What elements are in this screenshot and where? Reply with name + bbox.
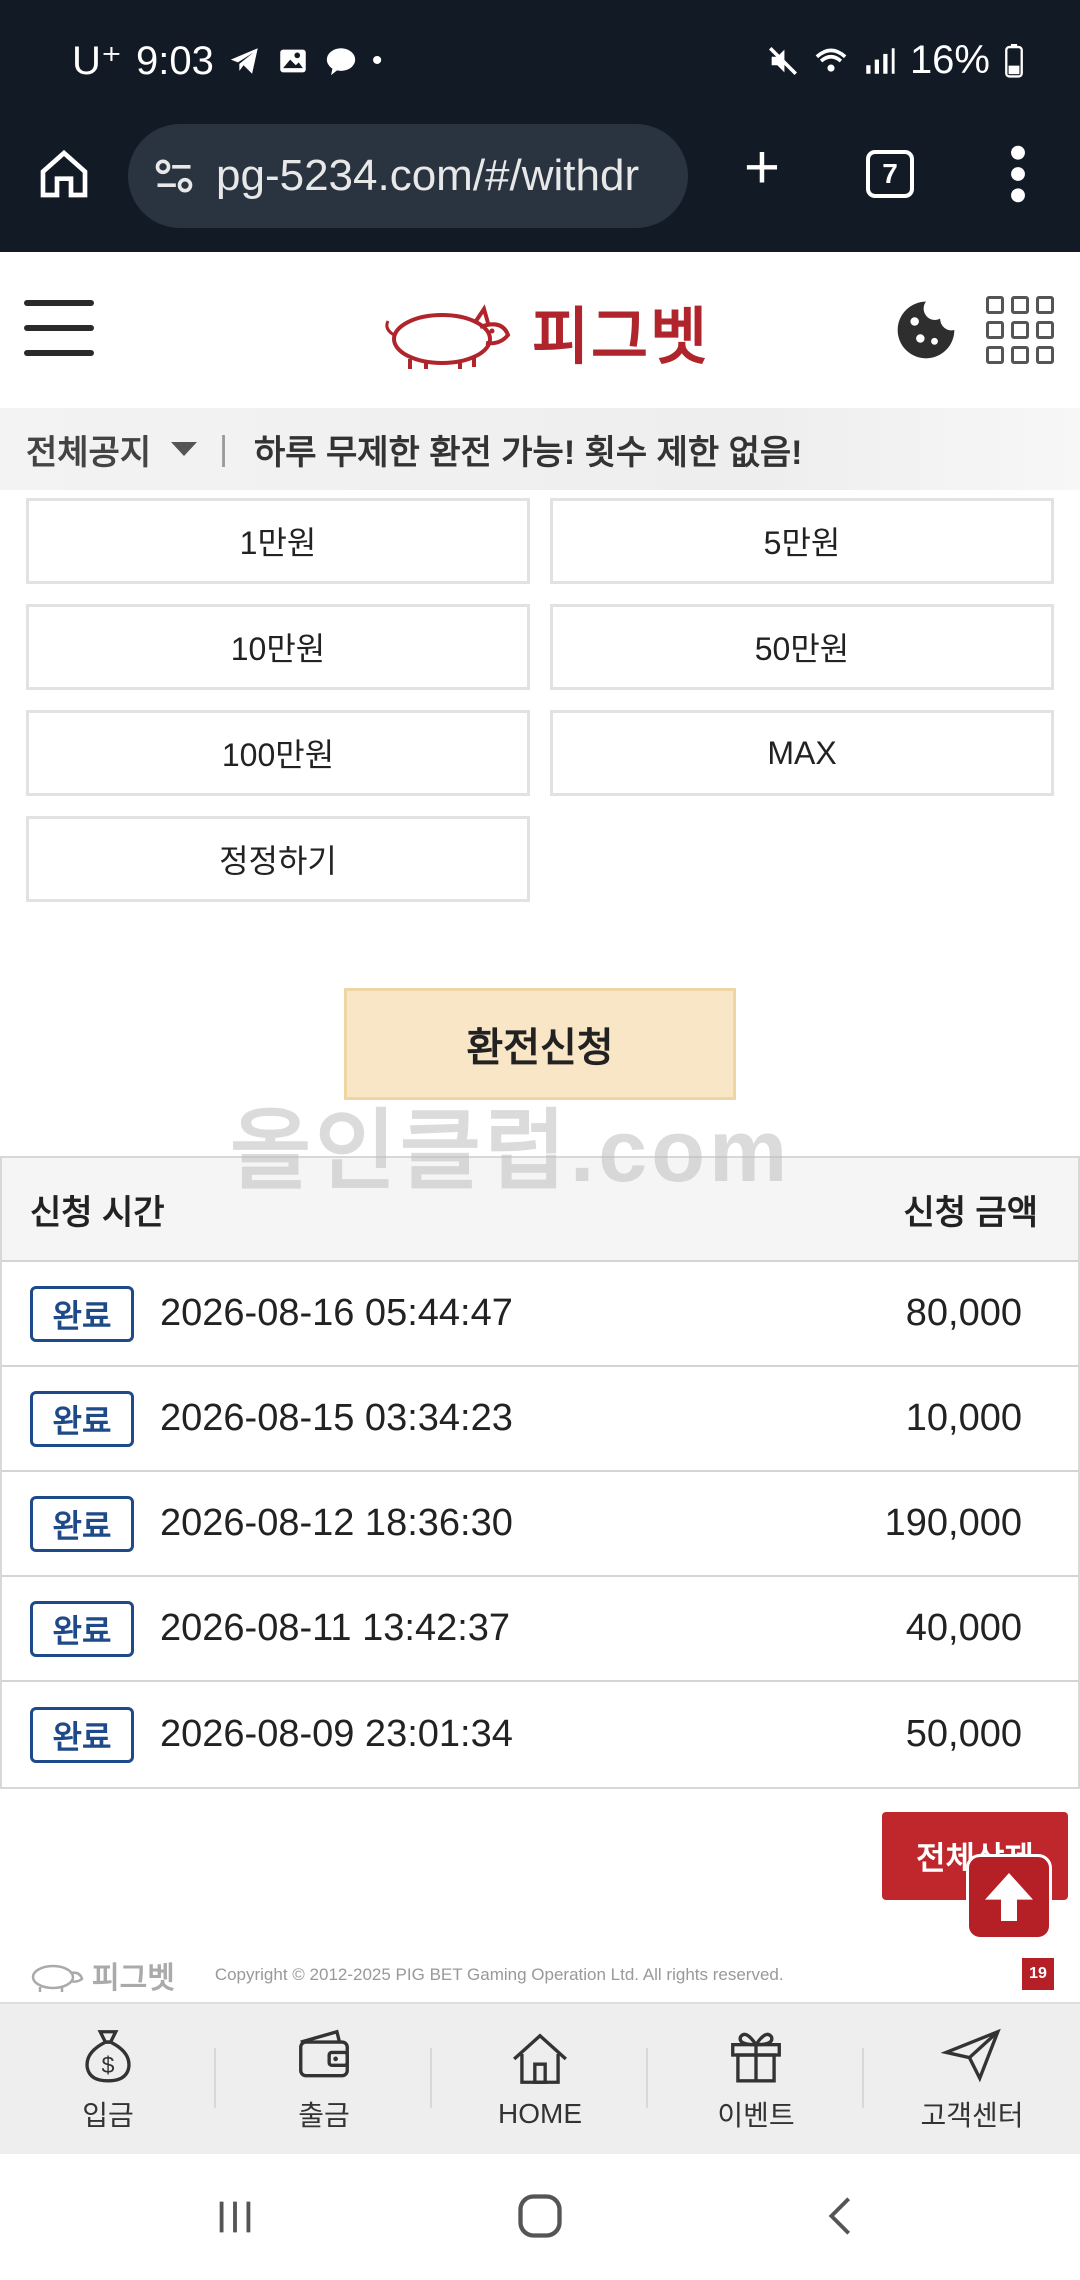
recent-apps-icon[interactable]: [212, 2194, 258, 2240]
mute-icon: [768, 46, 797, 75]
svg-text:$: $: [102, 2052, 115, 2078]
nav-label: 입금: [82, 2100, 134, 2131]
gallery-icon: [280, 49, 306, 73]
nav-deposit[interactable]: $ 입금: [0, 2004, 216, 2154]
status-badge: 완료: [30, 1495, 134, 1552]
arrow-up-icon: [985, 1873, 1033, 1921]
notice-bar[interactable]: 전체공지 | 하루 무제한 환전 가능! 횟수 제한 없음!: [0, 408, 1080, 490]
amount-500k-button[interactable]: 50만원: [550, 604, 1054, 690]
amount-max-button[interactable]: MAX: [550, 710, 1054, 796]
request-time: 2026-08-16 05:44:47: [160, 1292, 513, 1334]
notice-message[interactable]: 하루 무제한 환전 가능! 횟수 제한 없음!: [254, 425, 803, 474]
pig-logo-icon: [385, 304, 511, 369]
age-19-badge: 19: [1022, 1958, 1054, 1990]
request-amount: 50,000: [905, 1713, 1022, 1755]
request-time: 2026-08-11 13:42:37: [160, 1607, 511, 1649]
notice-category[interactable]: 전체공지: [26, 425, 151, 474]
request-time: 2026-08-15 03:34:23: [160, 1397, 513, 1439]
nav-withdraw[interactable]: 출금: [216, 2004, 432, 2154]
status-badge: 완료: [30, 1706, 134, 1763]
withdraw-history-table: 신청 시간 신청 금액 완료 2026-08-16 05:44:47 80,00…: [0, 1156, 1080, 1789]
amount-10k-button[interactable]: 1만원: [26, 498, 530, 584]
tab-switcher-button[interactable]: 7: [866, 150, 914, 198]
nav-event[interactable]: 이벤트: [648, 2004, 864, 2154]
carrier-label: U⁺: [72, 39, 122, 83]
bottom-navigation: $ 입금 출금 HOME 이벤트 고객센터: [0, 2002, 1080, 2154]
house-icon: [513, 2033, 567, 2084]
browser-home-icon[interactable]: [36, 146, 92, 202]
status-bar-left: U⁺ 9:03 •: [72, 38, 382, 84]
apps-grid-icon[interactable]: [986, 296, 1054, 364]
table-row: 완료 2026-08-11 13:42:37 40,000: [2, 1577, 1078, 1682]
request-amount: 40,000: [905, 1607, 1022, 1649]
nav-home[interactable]: HOME: [432, 2004, 648, 2154]
request-time: 2026-08-12 18:36:30: [160, 1502, 513, 1544]
status-badge: 완료: [30, 1600, 134, 1657]
signal-icon: [866, 47, 895, 74]
status-badge: 완료: [30, 1390, 134, 1447]
chevron-down-icon[interactable]: [171, 442, 198, 456]
column-header-time: 신청 시간: [30, 1193, 165, 1232]
cookie-icon[interactable]: [892, 296, 960, 364]
wifi-icon: [815, 48, 847, 72]
copyright-text: Copyright © 2012-2025 PIG BET Gaming Ope…: [214, 1965, 784, 1984]
status-bar-right: 16%: [766, 38, 1024, 83]
nav-label: HOME: [498, 2098, 582, 2129]
gift-icon: [731, 2032, 781, 2083]
telegram-icon: [230, 48, 258, 74]
address-bar[interactable]: pg-5234.com/#/withdr: [128, 124, 688, 228]
back-icon[interactable]: [818, 2192, 864, 2240]
dot-icon: •: [371, 44, 383, 77]
wallet-icon: [299, 2029, 349, 2078]
site-footer: 피그벳 Copyright © 2012-2025 PIG BET Gaming…: [0, 1950, 1080, 2000]
battery-icon: [1005, 43, 1023, 78]
site-logo[interactable]: 피그벳: [380, 286, 710, 376]
menu-icon[interactable]: [24, 298, 94, 358]
url-text: pg-5234.com/#/withdr: [216, 151, 640, 200]
amount-reset-button[interactable]: 정정하기: [26, 816, 530, 902]
table-row: 완료 2026-08-15 03:34:23 10,000: [2, 1367, 1078, 1472]
home-nav-icon[interactable]: [514, 2190, 566, 2242]
clock: 9:03: [136, 38, 214, 83]
nav-label: 이벤트: [717, 2100, 795, 2131]
status-bar: U⁺ 9:03 • 16%: [0, 0, 1080, 120]
nav-label: 출금: [298, 2100, 350, 2131]
request-time: 2026-08-09 23:01:34: [160, 1713, 513, 1755]
money-bag-icon: $: [85, 2030, 131, 2083]
site-header: 피그벳: [0, 252, 1080, 408]
amount-50k-button[interactable]: 5만원: [550, 498, 1054, 584]
nav-support[interactable]: 고객센터: [864, 2004, 1080, 2154]
new-tab-button[interactable]: +: [734, 137, 790, 199]
talk-icon: [326, 48, 356, 76]
status-badge: 완료: [30, 1285, 134, 1342]
column-header-amount: 신청 금액: [903, 1193, 1038, 1232]
battery-percent: 16%: [909, 38, 990, 82]
site-settings-icon[interactable]: [152, 154, 196, 198]
paper-plane-icon: [941, 2028, 1001, 2083]
request-amount: 190,000: [884, 1502, 1022, 1544]
watermark: 올인클럽.com: [230, 1101, 792, 1200]
system-navigation-bar: [0, 2154, 1080, 2280]
browser-toolbar: pg-5234.com/#/withdr + 7: [0, 120, 1080, 252]
table-row: 완료 2026-08-16 05:44:47 80,000: [2, 1262, 1078, 1367]
notice-divider: |: [219, 429, 228, 468]
request-amount: 10,000: [905, 1397, 1022, 1439]
logo-text: 피그벳: [532, 303, 710, 372]
amount-100k-button[interactable]: 10만원: [26, 604, 530, 690]
request-amount: 80,000: [905, 1292, 1022, 1334]
nav-label: 고객센터: [920, 2100, 1024, 2131]
footer-logo-text: 피그벳: [92, 1962, 175, 1995]
scroll-to-top-button[interactable]: [966, 1854, 1052, 1940]
more-options-icon[interactable]: [1000, 142, 1036, 206]
amount-1m-button[interactable]: 100만원: [26, 710, 530, 796]
pig-footer-icon: [31, 1964, 84, 1992]
table-row: 완료 2026-08-09 23:01:34 50,000: [2, 1682, 1078, 1787]
table-row: 완료 2026-08-12 18:36:30 190,000: [2, 1472, 1078, 1577]
